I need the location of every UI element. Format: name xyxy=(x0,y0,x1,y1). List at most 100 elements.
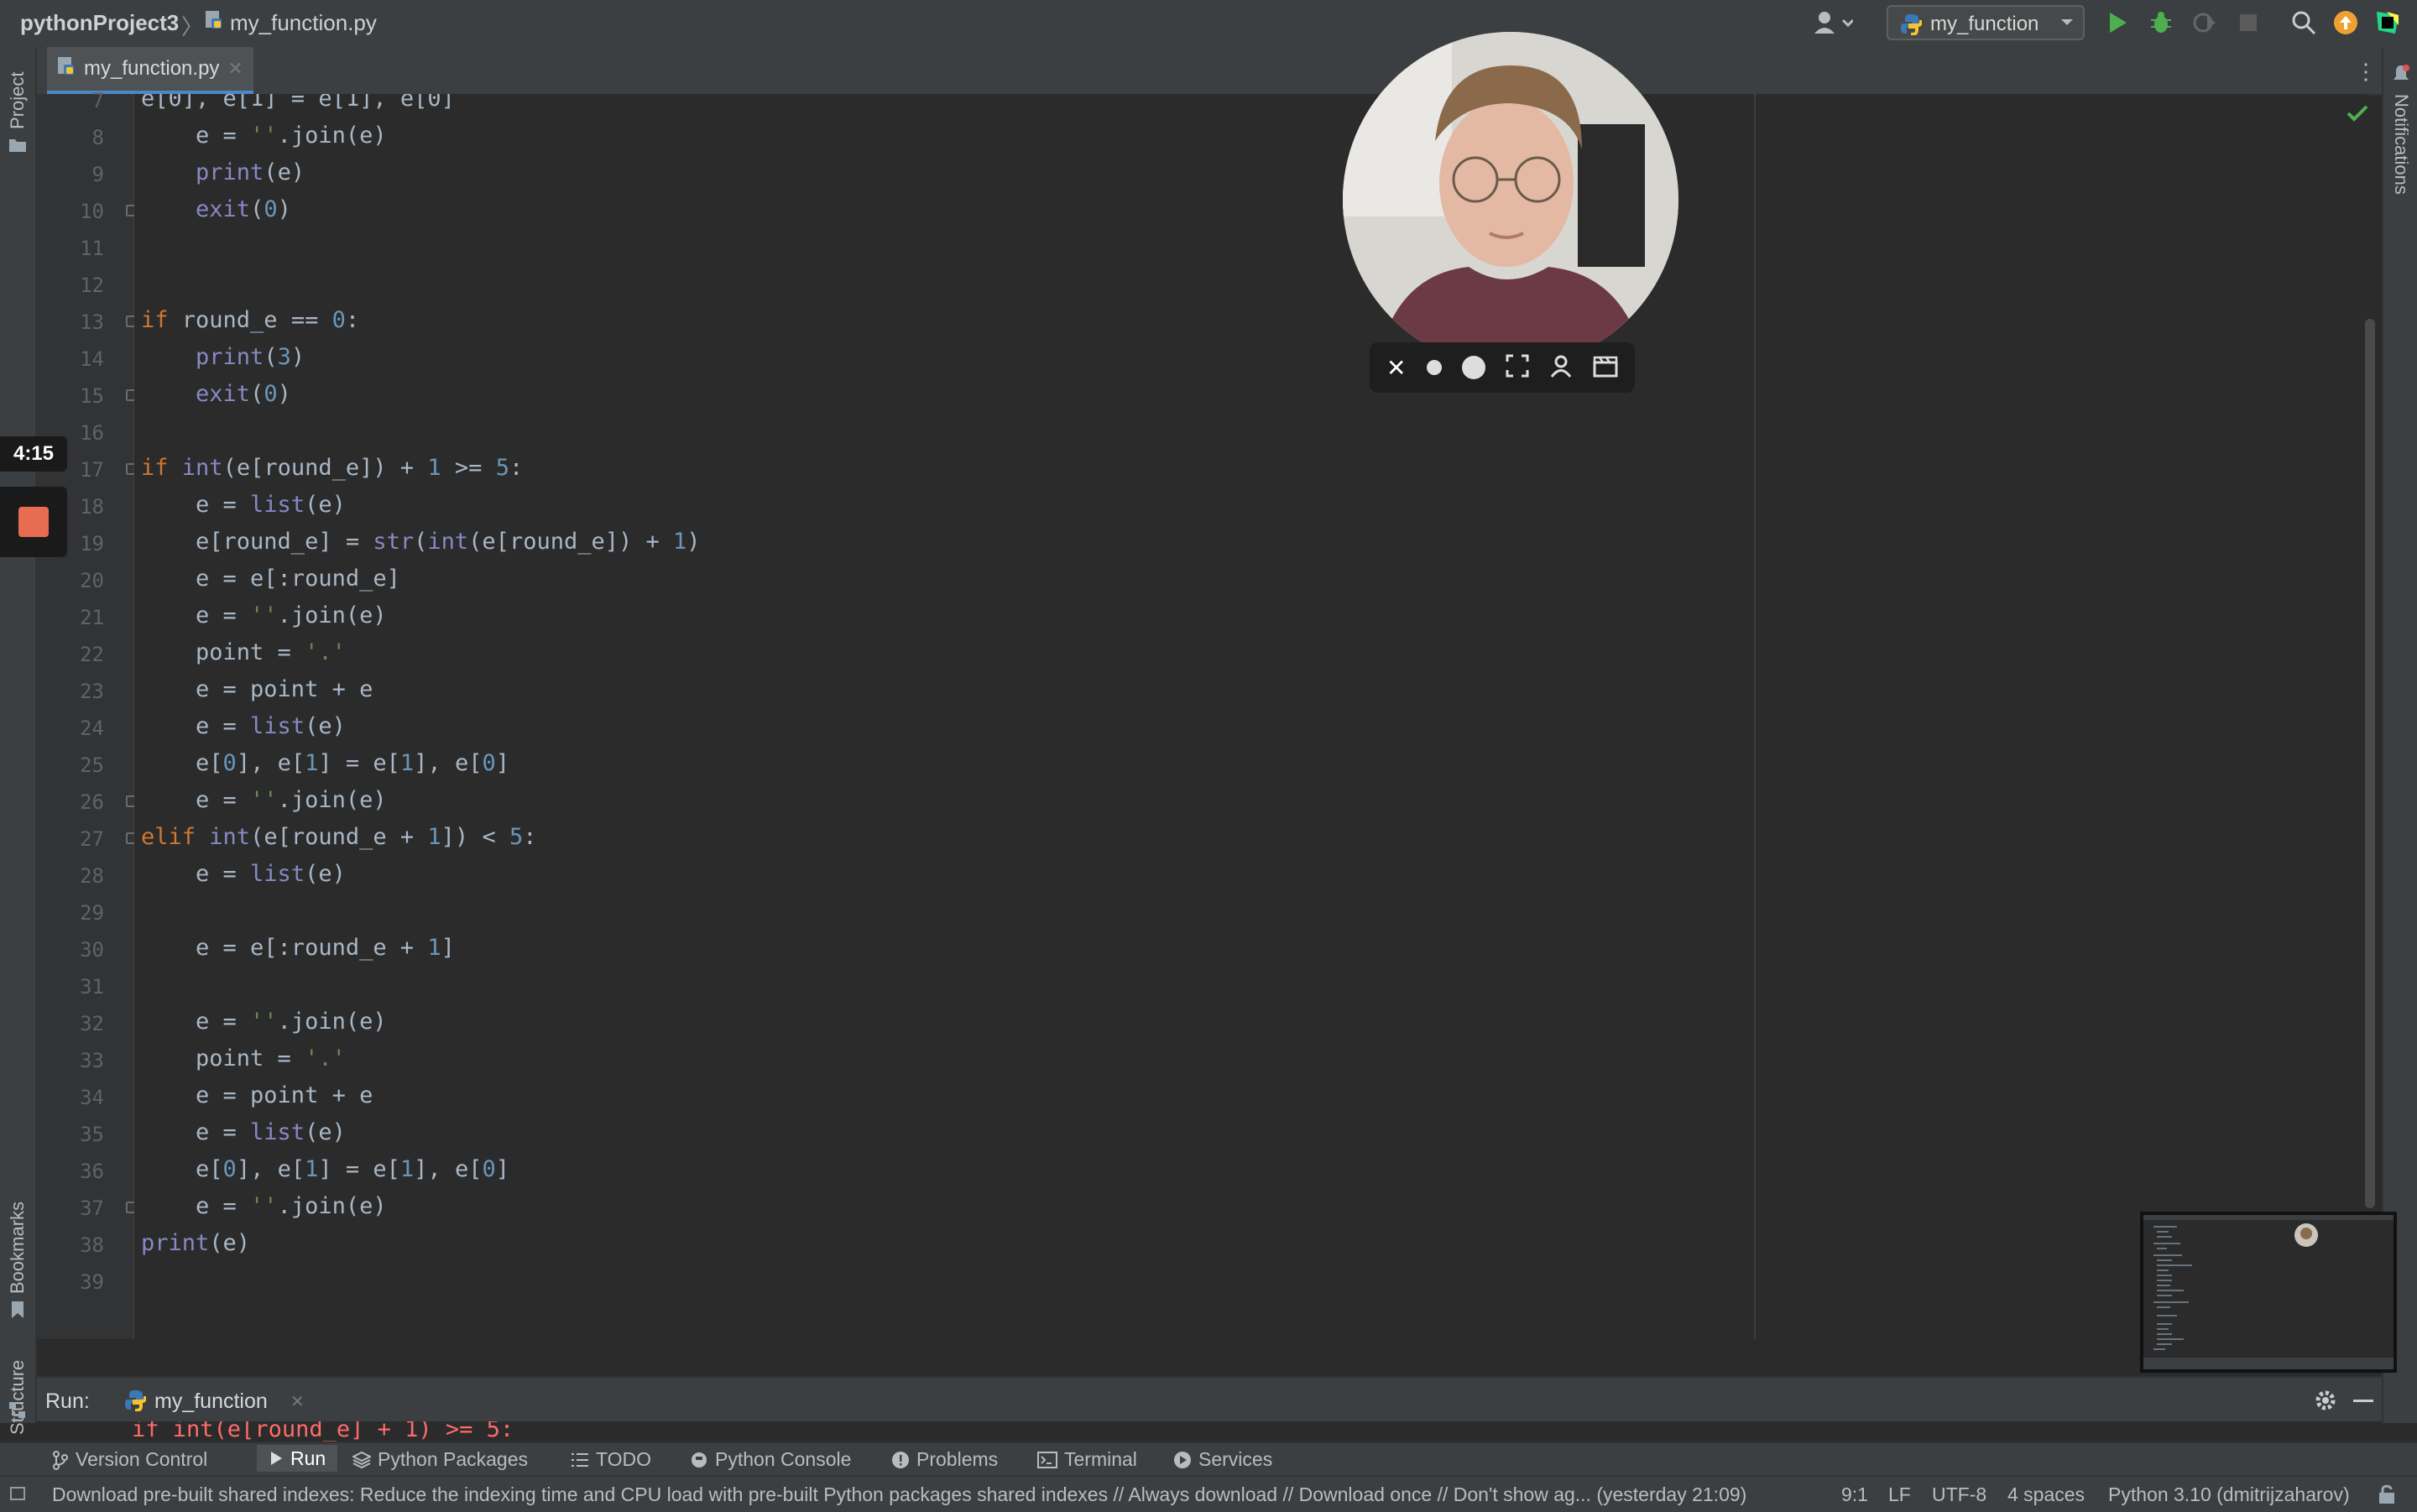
code-line[interactable]: e = list(e) xyxy=(141,492,346,518)
line-number: 29 xyxy=(80,901,104,925)
user-account-icon[interactable] xyxy=(1813,10,1855,39)
lock-icon[interactable] xyxy=(2377,1483,2397,1509)
info-icon xyxy=(892,1451,909,1468)
close-icon[interactable]: ✕ xyxy=(1386,354,1406,382)
run-panel-label: Run: xyxy=(45,1389,90,1413)
run-tab-label[interactable]: my_function xyxy=(154,1389,268,1414)
clapperboard-icon[interactable] xyxy=(1593,354,1618,382)
project-tool-button[interactable]: Project xyxy=(7,72,29,129)
tool-python-console[interactable]: Python Console xyxy=(690,1448,851,1471)
code-line[interactable]: elif int(e[round_e + 1]) < 5: xyxy=(141,824,536,850)
bookmarks-tool-button[interactable]: Bookmarks xyxy=(7,1202,29,1294)
code-line[interactable]: e = list(e) xyxy=(141,861,346,887)
code-line[interactable]: print(3) xyxy=(141,344,305,370)
python-interpreter[interactable]: Python 3.10 (dmitrijzaharov) xyxy=(2108,1483,2350,1506)
stop-icon[interactable] xyxy=(2237,12,2259,38)
more-options-icon[interactable]: ⋮ xyxy=(2355,59,2377,85)
code-line[interactable]: e[0], e[1] = e[1], e[0] xyxy=(141,750,509,776)
line-number: 27 xyxy=(80,827,104,851)
gear-icon[interactable] xyxy=(2313,1388,2338,1417)
code-line[interactable]: e = ''.join(e) xyxy=(141,602,387,628)
left-tool-strip: Project Bookmarks Structure xyxy=(0,47,37,1435)
tool-label: Services xyxy=(1198,1448,1273,1470)
file-encoding[interactable]: UTF-8 xyxy=(1932,1483,1986,1506)
code-line[interactable]: e = point + e xyxy=(141,676,373,702)
minimize-icon[interactable] xyxy=(2353,1400,2373,1402)
code-editor[interactable]: e[0], e[1] = e[1], e[0] e = ''.join(e) p… xyxy=(134,94,2367,1339)
line-number: 9 xyxy=(91,163,104,186)
line-number: 11 xyxy=(80,237,104,260)
close-run-tab-icon[interactable]: ✕ xyxy=(290,1391,305,1412)
large-size-icon[interactable] xyxy=(1461,356,1485,379)
code-line[interactable]: if int(e[round_e]) + 1 >= 5: xyxy=(141,455,523,481)
code-line[interactable]: e[0], e[1] = e[1], e[0] xyxy=(141,1156,509,1182)
code-line[interactable]: exit(0) xyxy=(141,196,291,222)
python-file-icon xyxy=(57,56,76,82)
jetbrains-logo-icon[interactable] xyxy=(2375,10,2400,39)
code-line[interactable]: e[round_e] = str(int(e[round_e]) + 1) xyxy=(141,529,701,555)
cursor-position[interactable]: 9:1 xyxy=(1841,1483,1868,1506)
code-line[interactable]: print(e) xyxy=(141,1230,250,1256)
run-output: if int(e[round_e] + 1) >= 5: xyxy=(37,1421,2382,1442)
code-line[interactable]: e = point + e xyxy=(141,1082,373,1108)
code-line[interactable]: e = ''.join(e) xyxy=(141,1193,387,1219)
line-number: 34 xyxy=(80,1086,104,1109)
branch-icon xyxy=(53,1450,68,1470)
breadcrumb-project[interactable]: pythonProject3 xyxy=(20,10,179,36)
run-config-selector[interactable]: my_function xyxy=(1887,5,2085,40)
small-size-icon[interactable] xyxy=(1426,360,1442,375)
toggle-tool-windows-icon[interactable] xyxy=(10,1487,25,1500)
code-line[interactable]: if round_e == 0: xyxy=(141,307,359,333)
webcam-bubble[interactable] xyxy=(1343,32,1678,368)
bookmark-icon xyxy=(10,1301,25,1323)
status-bar: Download pre-built shared indexes: Reduc… xyxy=(0,1475,2417,1512)
search-icon[interactable] xyxy=(2291,10,2316,39)
indent-setting[interactable]: 4 spaces xyxy=(2007,1483,2085,1506)
tool-problems[interactable]: Problems xyxy=(891,1448,998,1471)
play-icon xyxy=(271,1452,282,1465)
debug-icon[interactable] xyxy=(2148,10,2174,39)
line-number: 37 xyxy=(80,1197,104,1220)
line-number: 20 xyxy=(80,569,104,592)
code-line[interactable]: e[0], e[1] = e[1], e[0] xyxy=(141,94,455,112)
services-icon xyxy=(1174,1451,1191,1468)
code-line[interactable]: e = ''.join(e) xyxy=(141,123,387,149)
run-icon[interactable] xyxy=(2105,10,2130,39)
tool-todo[interactable]: TODO xyxy=(571,1448,651,1471)
breadcrumb-file[interactable]: my_function.py xyxy=(230,10,377,36)
code-line[interactable]: e = list(e) xyxy=(141,1119,346,1145)
recorder-controls: ✕ xyxy=(1370,342,1635,393)
code-line[interactable]: print(e) xyxy=(141,159,305,185)
tool-services[interactable]: Services xyxy=(1173,1448,1272,1471)
tab-label: my_function.py xyxy=(84,57,220,80)
line-number: 25 xyxy=(80,753,104,777)
notifications-tool-button[interactable]: Notifications xyxy=(2390,94,2412,195)
person-icon[interactable] xyxy=(1549,354,1573,382)
code-line[interactable]: exit(0) xyxy=(141,381,291,407)
profile-icon[interactable] xyxy=(2192,10,2217,39)
line-number: 7 xyxy=(91,89,104,112)
tool-version-control[interactable]: Version Control xyxy=(52,1448,207,1471)
code-line[interactable]: e = e[:round_e] xyxy=(141,566,400,592)
code-line[interactable]: e = e[:round_e + 1] xyxy=(141,935,455,961)
code-line[interactable]: e = ''.join(e) xyxy=(141,1009,387,1035)
line-number: 21 xyxy=(80,606,104,629)
code-line[interactable]: e = ''.join(e) xyxy=(141,787,387,813)
python-console-icon xyxy=(692,1452,707,1468)
status-message[interactable]: Download pre-built shared indexes: Reduc… xyxy=(52,1483,1746,1506)
code-line[interactable]: point = '.' xyxy=(141,639,346,665)
tool-terminal[interactable]: Terminal xyxy=(1037,1448,1137,1471)
line-separator[interactable]: LF xyxy=(1888,1483,1911,1506)
code-line[interactable]: point = '.' xyxy=(141,1045,346,1071)
tab-my-function[interactable]: my_function.py ✕ xyxy=(47,47,253,94)
update-icon[interactable] xyxy=(2333,10,2358,39)
editor-scrollbar[interactable] xyxy=(2365,319,2375,1208)
tool-python-packages[interactable]: Python Packages xyxy=(352,1448,528,1471)
list-icon xyxy=(572,1452,588,1467)
close-tab-icon[interactable]: ✕ xyxy=(227,58,243,80)
code-line[interactable]: e = list(e) xyxy=(141,713,346,739)
screen-thumbnail-preview[interactable] xyxy=(2140,1212,2397,1373)
stop-recording-button[interactable] xyxy=(0,487,67,557)
fullscreen-icon[interactable] xyxy=(1506,354,1529,382)
tool-run[interactable]: Run xyxy=(257,1445,338,1472)
